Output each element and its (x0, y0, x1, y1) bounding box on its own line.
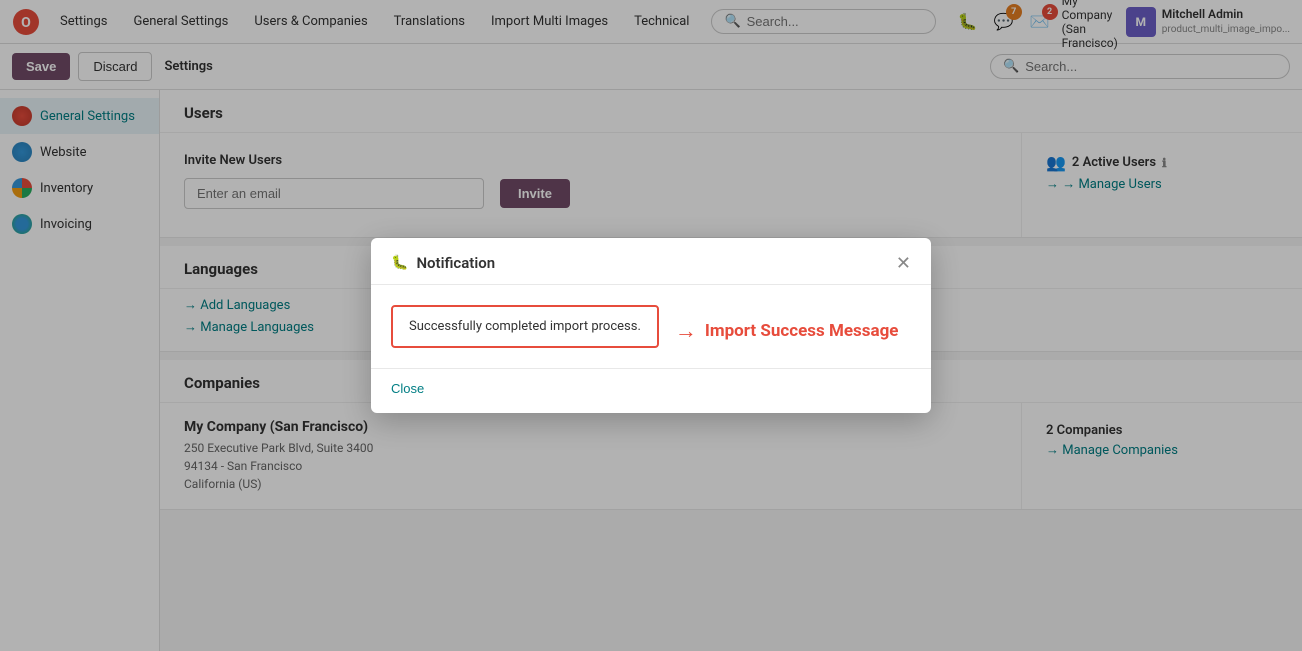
success-message-row: Successfully completed import process. →… (391, 305, 911, 348)
notification-dialog: 🐛 Notification ✕ Successfully completed … (371, 238, 931, 413)
dialog-body: Successfully completed import process. →… (371, 285, 931, 368)
dialog-close-button[interactable]: ✕ (896, 254, 911, 272)
success-message-text: Successfully completed import process. (409, 319, 641, 334)
dialog-title-text: Notification (416, 254, 495, 272)
dialog-footer: Close (371, 368, 931, 413)
success-message-box: Successfully completed import process. (391, 305, 659, 348)
annotation: → Import Success Message (675, 318, 899, 344)
annotation-arrow-icon: → (675, 318, 697, 344)
annotation-label: Import Success Message (705, 321, 899, 341)
dialog-header: 🐛 Notification ✕ (371, 238, 931, 285)
dialog-close-text-button[interactable]: Close (391, 381, 424, 396)
dialog-bug-icon: 🐛 (391, 255, 408, 271)
dialog-title: 🐛 Notification (391, 254, 495, 272)
modal-overlay: 🐛 Notification ✕ Successfully completed … (0, 0, 1302, 651)
